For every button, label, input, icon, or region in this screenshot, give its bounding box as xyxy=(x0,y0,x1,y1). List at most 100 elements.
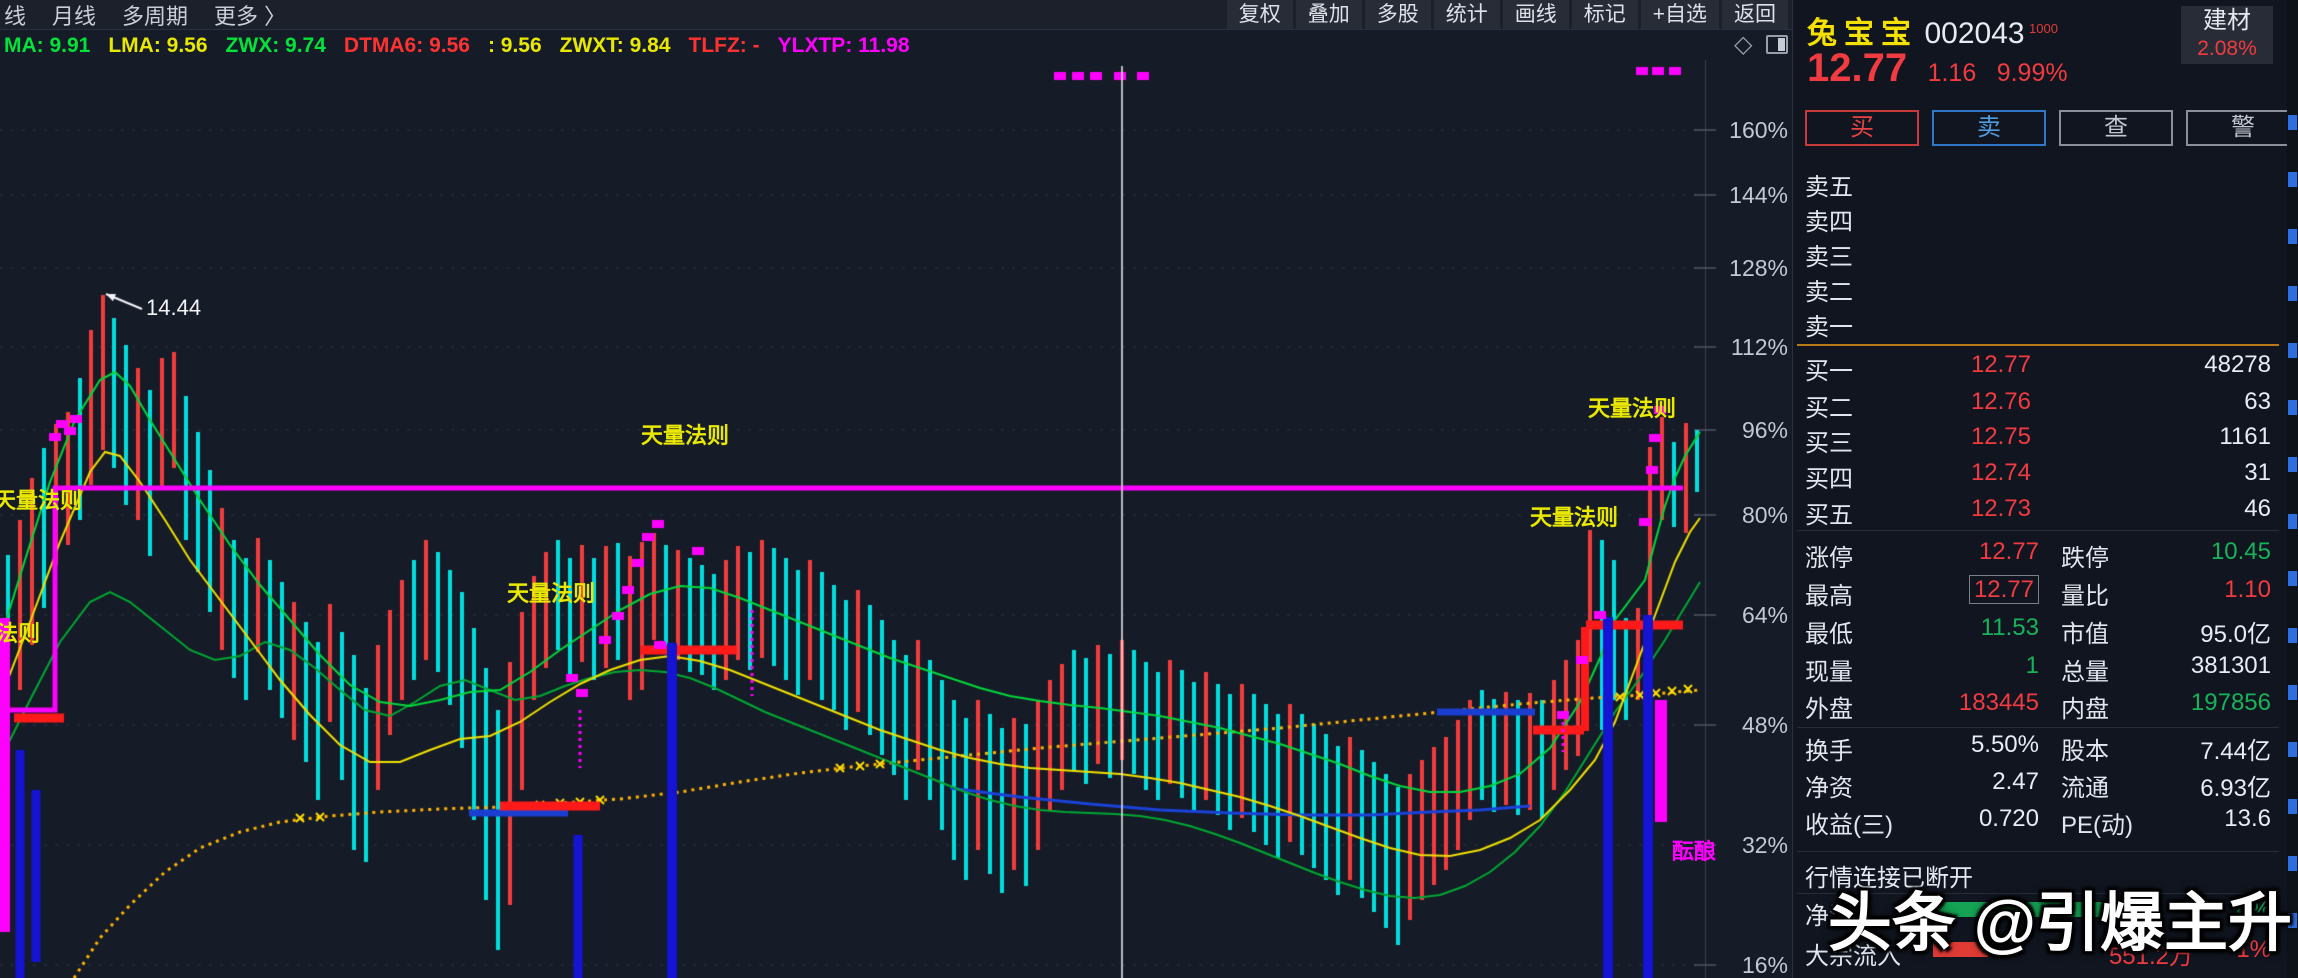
sidebar-divider-1 xyxy=(1797,530,2279,531)
annotation-label-2: 法则 xyxy=(0,621,41,646)
y-axis-label-32%: 32% xyxy=(1741,832,1788,858)
trade-button-1[interactable]: 买 xyxy=(1805,110,1919,146)
menu-btn-4[interactable]: 统计 xyxy=(1433,0,1500,29)
menu-btn-1[interactable]: 复权 xyxy=(1226,0,1293,29)
strip-dash xyxy=(2288,514,2297,529)
trade-button-3[interactable]: 查 xyxy=(2059,110,2173,146)
strip-dash xyxy=(2288,343,2297,358)
kline-chart-panel: MA: 9.91 LMA: 9.56 ZWX: 9.74 DTMA6: 9.56: 9… xyxy=(0,30,1792,978)
strip-dash xyxy=(2288,742,2297,757)
sell-label: 卖四 xyxy=(1805,209,1853,236)
strip-dash xyxy=(2288,685,2297,700)
y-axis-label-64%: 64% xyxy=(1741,602,1788,628)
buy-volume: 46 xyxy=(2244,495,2271,522)
stats-row-2: 最高 12.77 量比 1.10 xyxy=(1793,575,2287,610)
annotation-label-5: 天量法则 xyxy=(1530,505,1619,530)
trade-button-4[interactable]: 警 xyxy=(2186,110,2298,146)
stats-row-1: 涨停 12.77 跌停 10.45 xyxy=(1793,538,2287,572)
tab-1[interactable]: 线 xyxy=(4,0,26,31)
chart-tools-menu: 复权 叠加 多股 统计 画线 标记 +自选 返回 xyxy=(1226,0,1788,29)
sell-label: 卖二 xyxy=(1805,279,1853,306)
annotation-label-1: 天量法则 xyxy=(0,488,83,513)
strip-dash xyxy=(2288,571,2297,586)
price-change: 1.16 xyxy=(1927,59,1977,87)
y-axis-label-80%: 80% xyxy=(1741,502,1788,528)
diamond-marker-icon[interactable]: ◇ xyxy=(1734,30,1752,59)
stats-row-4: 现量 1 总量 381301 xyxy=(1793,652,2287,686)
last-price: 12.77 xyxy=(1807,46,1908,90)
buy-volume: 1161 xyxy=(2219,423,2271,450)
sell-row-1[interactable]: 卖五 xyxy=(1793,167,2287,201)
peak-price-label: 14.44 xyxy=(146,295,202,320)
stat-value: 6.93亿 xyxy=(2200,775,2271,802)
stats-row-3: 最低 11.53 市值 95.0亿 xyxy=(1793,614,2287,648)
menu-btn-6[interactable]: 标记 xyxy=(1571,0,1638,29)
tab-4[interactable]: 更多 〉 xyxy=(214,0,286,31)
stats-row-7: 净资 2.47 流通 6.93亿 xyxy=(1793,768,2287,802)
strip-dash xyxy=(2288,856,2297,871)
buy-row-3[interactable]: 买三 12.75 1161 xyxy=(1793,423,2287,457)
stat-value: 197856 xyxy=(2190,689,2271,716)
sell-row-3[interactable]: 卖三 xyxy=(1793,237,2287,271)
strip-dash xyxy=(2288,400,2297,415)
stock-superscript-badge: 1000 xyxy=(2029,21,2058,36)
trade-buttons-row: 买卖查警 xyxy=(1805,110,2298,146)
sell-row-2[interactable]: 卖四 xyxy=(1793,202,2287,236)
indicator-1: MA: 9.91 xyxy=(4,34,91,57)
trading-app-window: 线月线 多周期 更多 〉 复权 叠加 多股 统计 画线 标记 +自选 返回 MA: 9.91 LMA… xyxy=(0,0,2298,978)
tab-3[interactable]: 多周期 xyxy=(122,0,188,31)
sell-row-4[interactable]: 卖二 xyxy=(1793,272,2287,306)
quote-sidebar: 兔宝宝 002043 1000 建材 2.08% 12.77 1.16 9.99… xyxy=(1792,0,2298,978)
stats-row-8: 收益(三) 0.720 PE(动) 13.6 xyxy=(1793,805,2287,839)
buy-row-2[interactable]: 买二 12.76 63 xyxy=(1793,388,2287,422)
y-axis-label-96%: 96% xyxy=(1741,417,1788,443)
annotation-label-3: 天量法则 xyxy=(507,581,596,606)
right-scrollbar-strip[interactable] xyxy=(2287,0,2298,978)
top-toolbar: 线月线 多周期 更多 〉 复权 叠加 多股 统计 画线 标记 +自选 返回 xyxy=(0,0,1792,30)
stat-value: 381301 xyxy=(2190,652,2271,679)
trade-button-2[interactable]: 卖 xyxy=(1932,110,2046,146)
stat-value: 10.45 xyxy=(2210,538,2271,565)
buy-row-1[interactable]: 买一 12.77 48278 xyxy=(1793,351,2287,385)
menu-btn-7[interactable]: +自选 xyxy=(1640,0,1719,29)
strip-dash xyxy=(2288,286,2297,301)
strip-dash xyxy=(2288,457,2297,472)
indicator-4: DTMA6: 9.56 xyxy=(343,34,470,57)
indicator-8: YLXTP: 11.98 xyxy=(777,34,910,57)
watermark-text: 头条 @引爆主升 xyxy=(1827,887,2292,959)
buy-row-5[interactable]: 买五 12.73 46 xyxy=(1793,495,2287,529)
buy-volume: 48278 xyxy=(2204,351,2271,378)
stats-row-6: 换手 5.50% 股本 7.44亿 xyxy=(1793,731,2287,765)
y-axis-label-144%: 144% xyxy=(1729,182,1788,208)
sector-change-pct: 2.08% xyxy=(2197,37,2257,60)
menu-btn-3[interactable]: 多股 xyxy=(1364,0,1431,29)
order-book-separator xyxy=(1797,344,2279,346)
y-axis-label-160%: 160% xyxy=(1729,117,1788,143)
indicator-7: TLFZ: - xyxy=(688,34,760,57)
stat-value: 13.6 xyxy=(2224,805,2271,832)
menu-btn-8[interactable]: 返回 xyxy=(1722,0,1788,29)
strip-dash xyxy=(2288,799,2297,814)
menu-btn-5[interactable]: 画线 xyxy=(1502,0,1569,29)
sidebar-divider-3 xyxy=(1797,851,2279,852)
price-row: 12.77 1.16 9.99% xyxy=(1807,46,2068,91)
indicator-2: LMA: 9.56 xyxy=(108,34,208,57)
sector-name: 建材 xyxy=(2203,7,2251,34)
tab-2[interactable]: 月线 xyxy=(52,0,96,31)
split-layout-icon[interactable] xyxy=(1766,35,1788,54)
y-axis-label-112%: 112% xyxy=(1730,334,1788,360)
sell-label: 卖三 xyxy=(1805,244,1853,271)
indicator-values-row: MA: 9.91 LMA: 9.56 ZWX: 9.74 DTMA6: 9.56: 9… xyxy=(4,34,910,58)
buy-row-4[interactable]: 买四 12.74 31 xyxy=(1793,459,2287,493)
menu-btn-2[interactable]: 叠加 xyxy=(1295,0,1362,29)
sector-quote-box[interactable]: 建材 2.08% xyxy=(2181,6,2273,64)
strip-dash xyxy=(2288,172,2297,187)
strip-dash xyxy=(2288,115,2297,130)
y-axis-label-16%: 16% xyxy=(1741,952,1788,978)
stats-row-5: 外盘 183445 内盘 197856 xyxy=(1793,689,2287,723)
sell-row-5[interactable]: 卖一 xyxy=(1793,307,2287,341)
buy-volume: 31 xyxy=(2244,459,2271,486)
y-axis-label-128%: 128% xyxy=(1729,255,1788,281)
indicator-3: ZWX: 9.74 xyxy=(225,34,326,57)
kline-chart-canvas[interactable] xyxy=(0,30,1792,978)
